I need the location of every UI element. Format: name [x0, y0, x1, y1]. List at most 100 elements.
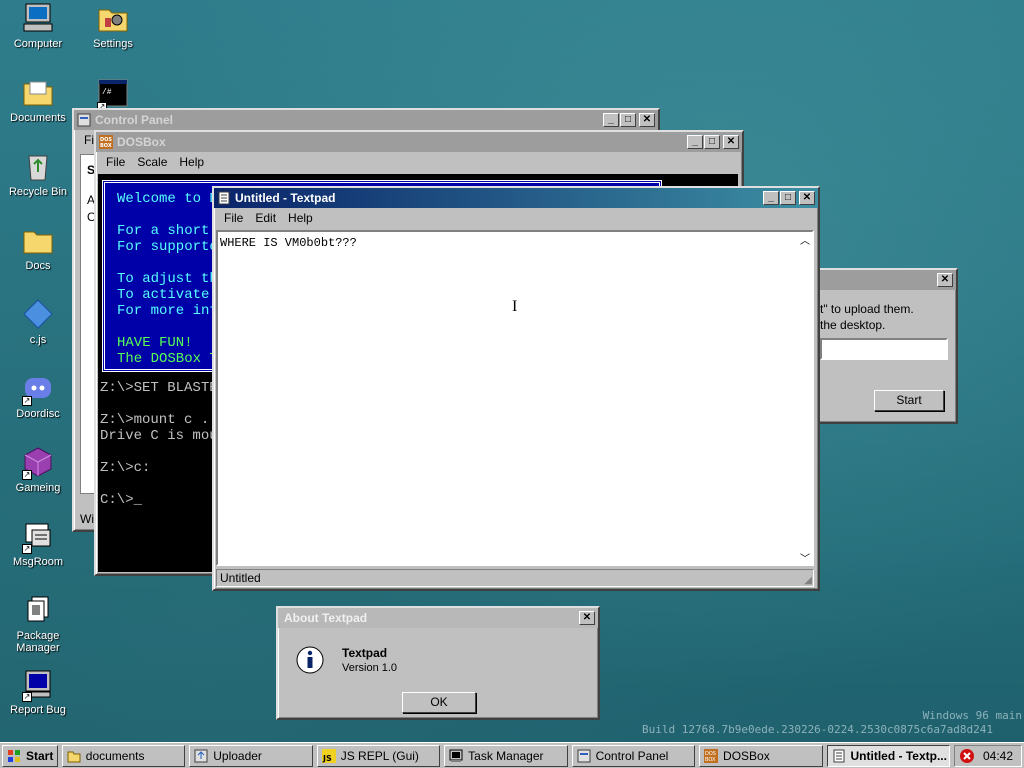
desktop-icon-computer[interactable]: Computer — [0, 2, 76, 50]
dos-line: HAVE FUN! — [117, 335, 193, 351]
about-version: Version 1.0 — [342, 662, 398, 674]
close-button[interactable]: ✕ — [723, 135, 739, 149]
taskbar-item-uploader[interactable]: Uploader — [189, 744, 313, 767]
computer-icon — [22, 2, 54, 34]
textpad-window[interactable]: Untitled - Textpad _ □ ✕ File Edit Help … — [212, 186, 820, 591]
desktop-icon-gameing[interactable]: ↗ Gameing — [0, 446, 76, 494]
uploader-window[interactable]: ✕ t" to upload them. the desktop. Start — [816, 268, 958, 424]
desktop-icon-recycle-bin[interactable]: Recycle Bin — [0, 150, 76, 198]
uploader-line-1: t" to upload them. — [820, 302, 914, 316]
cube-icon: ↗ — [22, 446, 54, 480]
svg-text:JS: JS — [322, 754, 332, 763]
close-button[interactable]: ✕ — [639, 113, 655, 127]
js-icon: JS — [321, 748, 336, 763]
desktop-icon-label: Docs — [25, 260, 51, 272]
textpad-icon — [217, 191, 231, 205]
dos-line: Z:\>mount c . — [100, 412, 210, 428]
start-menu-button[interactable]: Start — [2, 744, 58, 767]
textpad-statusbar: Untitled ◢ — [216, 569, 814, 587]
desktop-icon-cjs[interactable]: c.js — [0, 298, 76, 346]
vertical-scrollbar[interactable]: ︿ ﹀ — [798, 232, 812, 565]
dos-line — [100, 396, 218, 412]
desktop-icon-docs[interactable]: Docs — [0, 224, 76, 272]
uploader-input[interactable] — [820, 338, 948, 360]
dos-line: Z:\>SET BLASTE — [100, 380, 218, 396]
dos-line — [117, 255, 218, 271]
desktop-icon-doordisc[interactable]: ↗ Doordisc — [0, 372, 76, 420]
taskbar-item-label: DOSBox — [723, 748, 770, 763]
menu-help[interactable]: Help — [282, 211, 319, 225]
about-dialog[interactable]: About Textpad ✕ Textpad Version 1.0 OK — [276, 606, 600, 720]
control-panel-titlebar[interactable]: Control Panel _ □ ✕ — [74, 110, 658, 130]
uploader-titlebar[interactable]: ✕ — [818, 270, 956, 290]
menu-help[interactable]: Help — [173, 155, 210, 169]
control-panel-icon — [77, 113, 91, 127]
maximize-button[interactable]: □ — [620, 113, 636, 127]
minimize-button[interactable]: _ — [603, 113, 619, 127]
watermark-line-1: Windows 96 main — [922, 709, 1022, 722]
dosbox-titlebar[interactable]: DOS BOX DOSBox _ □ ✕ — [96, 132, 742, 152]
window-title: DOSBox — [117, 135, 166, 149]
dos-console: Z:\>SET BLASTE Z:\>mount c . Drive C is m… — [100, 380, 218, 508]
desktop-icon-msgroom[interactable]: ↗ MsgRoom — [0, 520, 76, 568]
window-title: About Textpad — [284, 611, 368, 625]
taskbar-item-label: Uploader — [213, 748, 262, 763]
text-editor[interactable]: WHERE IS VM0b0bt??? I ︿ ﹀ — [216, 230, 814, 566]
maximize-button[interactable]: □ — [780, 191, 796, 205]
minimize-button[interactable]: _ — [687, 135, 703, 149]
taskbar-item-label: Untitled - Textp... — [850, 748, 947, 763]
desktop-icon-label: Documents — [10, 112, 66, 124]
desktop-icon-documents[interactable]: Documents — [0, 76, 76, 124]
taskbar-item-label: Task Manager — [468, 748, 544, 763]
resize-grip-icon[interactable]: ◢ — [804, 575, 812, 586]
menu-scale[interactable]: Scale — [131, 155, 173, 169]
dos-line: Welcome to D — [117, 191, 218, 207]
close-button[interactable]: ✕ — [579, 611, 595, 625]
svg-text:BOX: BOX — [100, 143, 112, 149]
taskbar-item-documents[interactable]: documents — [61, 744, 186, 767]
desktop-icon-label: Doordisc — [16, 408, 60, 420]
start-label: Start — [26, 748, 54, 763]
desktop-icon-label: Recycle Bin — [8, 186, 68, 198]
dos-line: For supporte — [117, 239, 218, 255]
desktop-icon-settings[interactable]: Settings — [75, 2, 151, 50]
menu-file[interactable]: File — [218, 211, 249, 225]
taskbar-item-textpad[interactable]: Untitled - Textp... — [826, 744, 950, 767]
windows-logo-icon — [7, 749, 21, 763]
desktop-icon-label: c.js — [29, 334, 47, 346]
dos-line: To activate — [117, 287, 210, 303]
watermark-line-2: Build 12768.7b9e0ede.230226-0224.2530c08… — [642, 723, 993, 736]
desktop-icon-report-bug[interactable]: ↗ Report Bug — [0, 668, 76, 716]
taskbar-item-js-repl[interactable]: JS JS REPL (Gui) — [316, 744, 441, 767]
scroll-down-icon[interactable]: ﹀ — [798, 550, 812, 565]
maximize-button[interactable]: □ — [704, 135, 720, 149]
start-button[interactable]: Start — [874, 390, 944, 411]
menu-file[interactable]: File — [100, 155, 131, 169]
docs-folder-icon — [22, 224, 54, 256]
build-watermark: Windows 96 main Build 12768.7b9e0ede.230… — [642, 709, 1022, 737]
about-titlebar[interactable]: About Textpad ✕ — [278, 608, 598, 628]
minimize-button[interactable]: _ — [763, 191, 779, 205]
textpad-titlebar[interactable]: Untitled - Textpad _ □ ✕ — [214, 188, 818, 208]
error-icon[interactable] — [959, 748, 975, 764]
taskbar-item-task-manager[interactable]: Task Manager — [444, 744, 568, 767]
control-panel-status: Wi — [80, 512, 94, 526]
menu-edit[interactable]: Edit — [249, 211, 282, 225]
dos-line: For a short — [117, 223, 210, 239]
uploader-line-2: the desktop. — [820, 318, 886, 332]
close-button[interactable]: ✕ — [799, 191, 815, 205]
taskbar-item-dosbox[interactable]: DOS BOX DOSBox — [699, 744, 823, 767]
desktop-icon-label: Computer — [13, 38, 63, 50]
folder-icon — [67, 749, 81, 763]
close-button[interactable]: ✕ — [937, 273, 953, 287]
dos-line: Z:\>c: — [100, 460, 151, 476]
window-title: Untitled - Textpad — [235, 191, 336, 205]
desktop-icon-package-manager[interactable]: Package Manager — [0, 594, 76, 654]
taskbar-item-control-panel[interactable]: Control Panel — [571, 744, 696, 767]
scroll-up-icon[interactable]: ︿ — [798, 232, 812, 247]
status-text: Untitled — [220, 571, 261, 585]
dos-line — [117, 319, 218, 335]
editor-text[interactable]: WHERE IS VM0b0bt??? — [220, 236, 357, 250]
ok-button[interactable]: OK — [402, 692, 476, 713]
report-bug-icon: ↗ — [22, 668, 54, 702]
